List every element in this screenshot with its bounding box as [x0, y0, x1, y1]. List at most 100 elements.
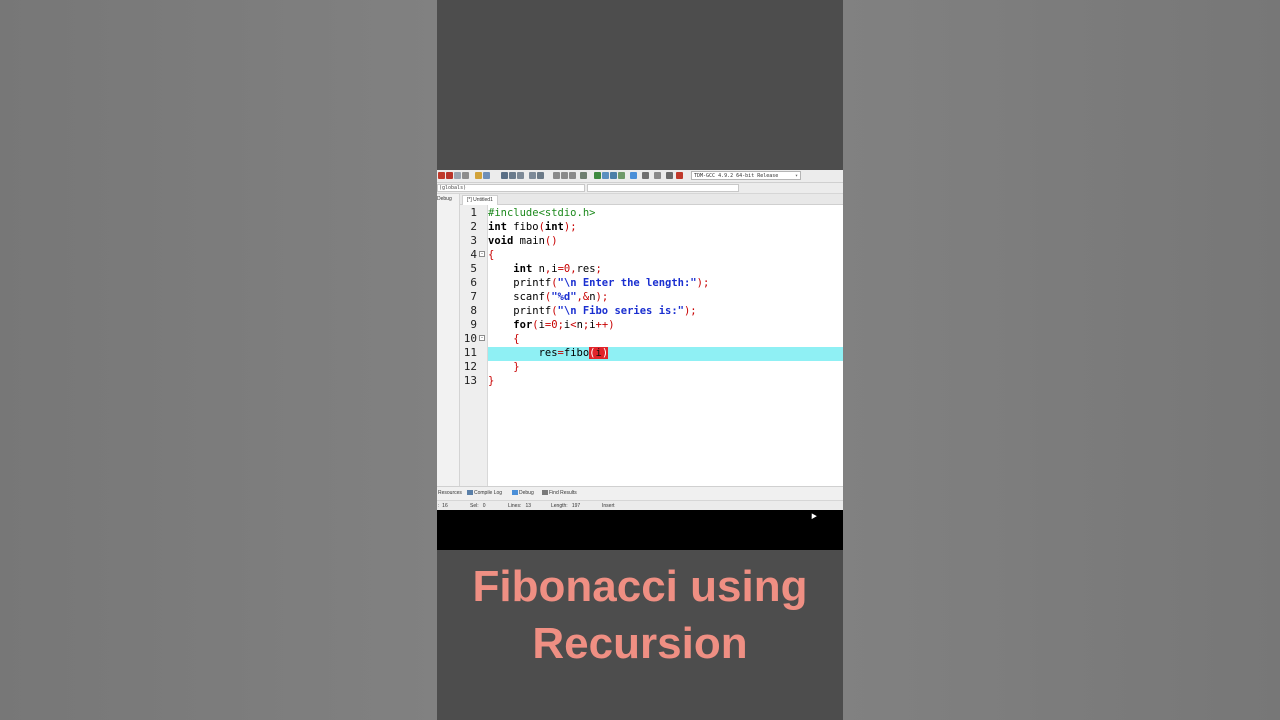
caption-line-2: Recursion — [532, 619, 748, 668]
tab-compile-log[interactable]: Compile Log — [467, 490, 502, 496]
code-text: int fibo(int); — [488, 221, 577, 233]
left-panel-tab-debug[interactable]: Debug — [437, 194, 459, 202]
line-number: 5 — [470, 262, 477, 275]
status-sel-value: 0 — [482, 503, 486, 509]
status-length-value: 197 — [571, 503, 581, 509]
rebuild-icon[interactable] — [618, 172, 625, 179]
code-line: 8 printf("\n Fibo series is:"); — [437, 304, 843, 318]
status-length-label: Length: — [551, 503, 568, 509]
status-lines: Lines: 13 — [508, 503, 531, 509]
tab-resources-label: Resources — [438, 490, 462, 496]
code-text: } — [488, 375, 495, 387]
code-line: 13 } — [437, 374, 843, 388]
globals-combo-value: (globals) — [439, 185, 467, 191]
tab-compile-log-label: Compile Log — [474, 490, 503, 496]
replace-icon[interactable] — [509, 172, 516, 179]
checkmark-icon — [512, 490, 518, 496]
toggle-comment-icon[interactable] — [569, 172, 576, 179]
status-lines-label: Lines: — [508, 503, 522, 509]
code-text: scanf("%d",&n); — [488, 291, 609, 303]
find-icon[interactable] — [501, 172, 508, 179]
code-line: 12 } — [437, 360, 843, 374]
code-text: res=fibo(i) — [488, 347, 609, 359]
line-number: 7 — [470, 290, 477, 303]
ide-window: TDM-GCC 4.9.2 64-bit Release ▾ (globals)… — [437, 170, 843, 510]
find-next-icon[interactable] — [517, 172, 524, 179]
stop-icon[interactable] — [642, 172, 649, 179]
code-text: printf("\n Enter the length:"); — [488, 277, 710, 289]
tab-debug-label: Debug — [519, 490, 534, 496]
save-icon[interactable] — [454, 172, 461, 179]
video-caption: Fibonacci using Recursion — [437, 558, 843, 672]
fold-toggle-icon[interactable]: - — [479, 335, 485, 341]
secondary-toolbar: (globals) — [437, 183, 843, 194]
line-number: 10 — [463, 332, 477, 345]
code-line: 2 int fibo(int); — [437, 220, 843, 234]
code-line: 11 res=fibo(i) — [437, 346, 843, 360]
code-text: int n,i=0,res; — [513, 263, 602, 275]
members-combo[interactable] — [587, 184, 739, 192]
compile-run-icon[interactable] — [610, 172, 617, 179]
code-line: 10 - { — [437, 332, 843, 346]
status-col: : 16 — [438, 503, 448, 509]
new-file-icon[interactable] — [438, 172, 445, 179]
code-line: 5 int n,i=0,res; — [437, 262, 843, 276]
redo-icon[interactable] — [483, 172, 490, 179]
debug-icon[interactable] — [666, 172, 673, 179]
tab-find-results[interactable]: Find Results — [542, 490, 577, 496]
open-file-icon[interactable] — [446, 172, 453, 179]
line-number: 3 — [470, 234, 477, 247]
fold-toggle-icon[interactable]: - — [479, 251, 485, 257]
tab-untitled1[interactable]: [*] Untitled1 — [462, 195, 498, 205]
status-sel-label: Sel: — [470, 503, 479, 509]
check-icon[interactable] — [630, 172, 637, 179]
code-text: } — [513, 361, 520, 373]
compile-icon[interactable] — [594, 172, 601, 179]
status-lines-value: 13 — [525, 503, 532, 509]
status-col-value: 16 — [442, 503, 448, 509]
tab-find-results-label: Find Results — [549, 490, 577, 496]
status-bar: : 16 Sel: 0 Lines: 13 Length: 197 Insert — [437, 500, 843, 510]
run-icon[interactable] — [602, 172, 609, 179]
line-number: 11 — [463, 346, 477, 359]
delete-profile-icon[interactable] — [676, 172, 683, 179]
compiler-select[interactable]: TDM-GCC 4.9.2 64-bit Release ▾ — [691, 171, 801, 180]
undo-icon[interactable] — [475, 172, 482, 179]
code-line: 4 - { — [437, 248, 843, 262]
bookmark-icon[interactable] — [537, 172, 544, 179]
find-results-icon — [542, 490, 548, 496]
goto-line-icon[interactable] — [529, 172, 536, 179]
bottom-panel-tabs: Resources Compile Log Debug Find Results — [437, 486, 843, 499]
indent-icon[interactable] — [553, 172, 560, 179]
line-number: 8 — [470, 304, 477, 317]
line-number: 4 — [470, 248, 477, 261]
code-line: 6 printf("\n Enter the length:"); — [437, 276, 843, 290]
code-text: for(i=0;i<n;i++) — [513, 319, 615, 331]
caption-line-1: Fibonacci using — [472, 562, 808, 611]
line-number: 13 — [463, 374, 477, 387]
tab-debug[interactable]: Debug — [512, 490, 534, 496]
compiler-select-value: TDM-GCC 4.9.2 64-bit Release — [694, 173, 779, 179]
tab-resources[interactable]: Resources — [438, 490, 462, 496]
code-lines: 1 #include<stdio.h> 2 int fibo(int); 3 v… — [437, 206, 843, 396]
unindent-icon[interactable] — [561, 172, 568, 179]
line-number: 2 — [470, 220, 477, 233]
code-line: 1 #include<stdio.h> — [437, 206, 843, 220]
taskbar-strip — [437, 510, 843, 550]
code-line: 9 for(i=0;i<n;i++) — [437, 318, 843, 332]
globals-combo[interactable]: (globals) — [437, 184, 585, 192]
editor-tabs: [*] Untitled1 — [460, 194, 843, 205]
print-icon[interactable] — [462, 172, 469, 179]
profile-icon[interactable] — [654, 172, 661, 179]
main-toolbar: TDM-GCC 4.9.2 64-bit Release ▾ — [437, 170, 843, 183]
code-text: printf("\n Fibo series is:"); — [488, 305, 697, 317]
left-blur-background — [0, 0, 437, 720]
status-mode: Insert — [602, 503, 615, 509]
status-length: Length: 197 — [551, 503, 580, 509]
code-text: { — [488, 249, 495, 261]
code-text: #include<stdio.h> — [488, 207, 596, 219]
line-number: 9 — [470, 318, 477, 331]
code-line: 7 scanf("%d",&n); — [437, 290, 843, 304]
project-icon[interactable] — [580, 172, 587, 179]
line-number: 12 — [463, 360, 477, 373]
